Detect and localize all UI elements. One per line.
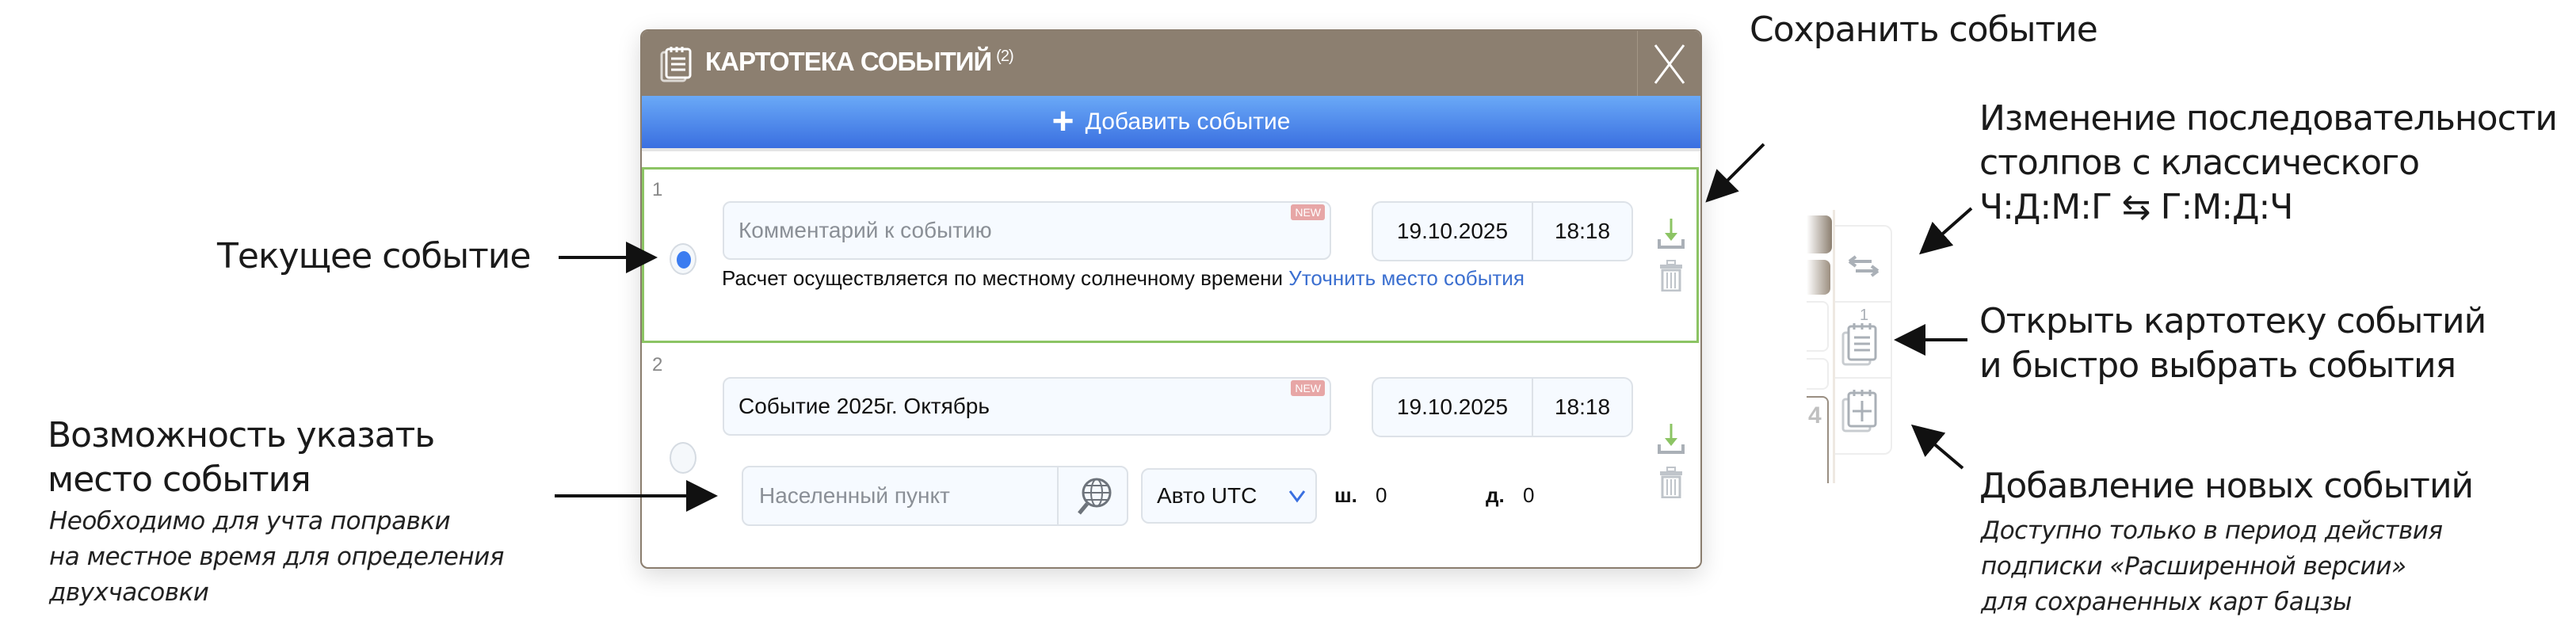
annotation-current: Текущее событие [217, 236, 531, 276]
annotation-place-note: Необходимо для учта поправки на местное … [49, 504, 504, 611]
note-line: Доступно только в период действия [1981, 516, 2443, 545]
arrow-swap [1919, 207, 1973, 255]
annotation-line: Возможность указать [48, 415, 435, 455]
annotation-line: столпов с классического [1979, 143, 2420, 183]
annotation-save: Сохранить событие [1750, 10, 2098, 50]
note-line: Необходимо для учта поправки [49, 507, 451, 535]
annotation-line: место события [48, 459, 311, 500]
annotation-add-title: Добавление новых событий [1979, 466, 2474, 506]
note-line: для сохраненных карт бацзы [1981, 588, 2352, 616]
arrow-save [1705, 143, 1765, 203]
annotation-place: Возможность указать место события [48, 413, 435, 502]
annotation-open: Открыть картотеку событий и быстро выбра… [1979, 299, 2486, 388]
annotation-line: Изменение последовательности [1979, 98, 2558, 139]
note-line: подписки «Расширенной версии» [1981, 552, 2406, 581]
annotation-line: и быстро выбрать события [1979, 345, 2456, 386]
annotation-order: Изменение последовательности столпов с к… [1979, 97, 2558, 230]
arrow-add [1910, 424, 1964, 470]
annotation-add-note: Доступно только в период действия подпис… [1981, 513, 2443, 620]
annotation-line: Открыть картотеку событий [1979, 301, 2486, 341]
note-line: двухчасовки [49, 578, 209, 607]
note-line: на местное время для определения [49, 543, 504, 571]
annotation-line: Ч:Д:М:Г ⇆ Г:М:Д:Ч [1979, 187, 2293, 227]
